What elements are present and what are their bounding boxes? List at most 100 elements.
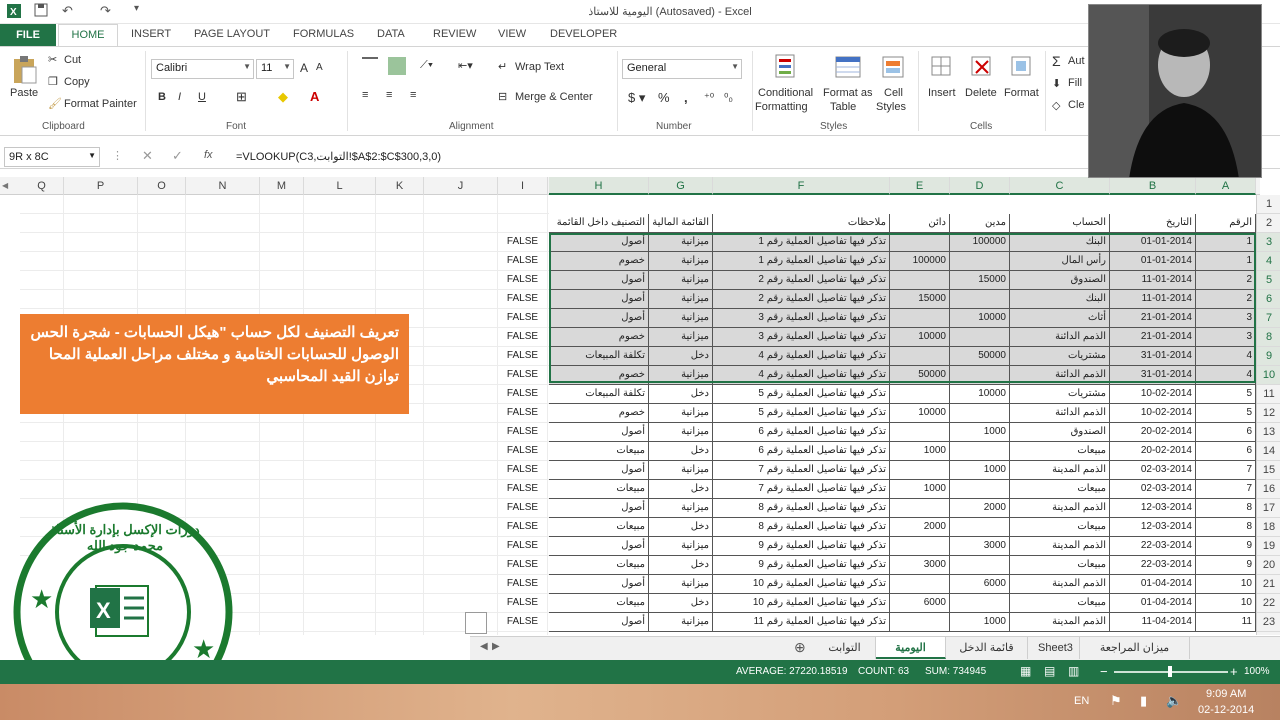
cell-d[interactable] bbox=[950, 594, 1010, 613]
merge-icon[interactable]: ⊟ bbox=[498, 90, 507, 103]
table-row[interactable]: 1 01-01-2014 رأس المال 100000 تذكر فيها تفاص… bbox=[20, 252, 1256, 271]
cell-a[interactable]: 4 bbox=[1196, 347, 1256, 366]
align-center-icon[interactable]: ≡ bbox=[386, 89, 392, 101]
cell-a[interactable]: 6 bbox=[1196, 442, 1256, 461]
format-as-table-button[interactable]: Format as bbox=[823, 87, 873, 99]
format-painter-button[interactable]: Format Painter bbox=[64, 98, 137, 110]
cell-i[interactable]: FALSE bbox=[498, 594, 548, 613]
cell-b[interactable]: 31-01-2014 bbox=[1110, 347, 1196, 366]
table-row[interactable]: 7 02-03-2014 مبيعات 1000 تذكر فيها تفاصيل ال… bbox=[20, 480, 1256, 499]
cell-g[interactable]: ميزانية bbox=[649, 575, 713, 594]
cell-g[interactable]: دخل bbox=[649, 480, 713, 499]
cell-e[interactable]: 1000 bbox=[890, 480, 950, 499]
tab-developer[interactable]: DEVELOPER bbox=[550, 28, 617, 40]
cell-b[interactable]: 02-03-2014 bbox=[1110, 461, 1196, 480]
page-layout-view-icon[interactable]: ▤ bbox=[1044, 664, 1055, 678]
cell-g[interactable]: ميزانية bbox=[649, 499, 713, 518]
cell-e[interactable] bbox=[890, 575, 950, 594]
cell-d[interactable] bbox=[950, 252, 1010, 271]
clock-date[interactable]: 02-12-2014 bbox=[1198, 704, 1254, 716]
cell-styles-icon[interactable] bbox=[880, 53, 908, 79]
cut-icon[interactable]: ✂ bbox=[48, 53, 57, 66]
cell-a[interactable]: 7 bbox=[1196, 461, 1256, 480]
sheet-tab[interactable]: قائمة الدخل bbox=[946, 637, 1028, 659]
align-top-icon[interactable] bbox=[362, 57, 378, 73]
delete-button[interactable]: Delete bbox=[965, 87, 997, 99]
sheet-tab[interactable]: التوابت bbox=[814, 637, 876, 659]
row-header[interactable]: 14 bbox=[1257, 442, 1280, 461]
format-cells-icon[interactable] bbox=[1008, 53, 1036, 79]
scroll-left-icon[interactable]: ◀ bbox=[480, 641, 488, 652]
cell-g[interactable]: دخل bbox=[649, 385, 713, 404]
row-header[interactable]: 22 bbox=[1257, 594, 1280, 613]
fill-color-icon[interactable]: ◆ bbox=[278, 89, 288, 105]
table-row[interactable]: 1 01-01-2014 البنك 100000 تذكر فيها تفاصيل ا… bbox=[20, 233, 1256, 252]
cell-d[interactable] bbox=[950, 404, 1010, 423]
font-color-icon[interactable]: A bbox=[310, 89, 319, 104]
cell-d[interactable] bbox=[950, 442, 1010, 461]
cell-c[interactable]: الذمم المدينة bbox=[1010, 537, 1110, 556]
cell-c[interactable]: الحساب bbox=[1010, 214, 1110, 233]
cell-c[interactable]: رأس المال bbox=[1010, 252, 1110, 271]
cell-d[interactable]: 3000 bbox=[950, 537, 1010, 556]
cell-d[interactable]: 6000 bbox=[950, 575, 1010, 594]
zoom-slider-thumb[interactable] bbox=[1168, 666, 1172, 677]
cell-h[interactable]: أصول bbox=[549, 499, 649, 518]
row-header[interactable]: 18 bbox=[1257, 518, 1280, 537]
cell-a[interactable]: 5 bbox=[1196, 385, 1256, 404]
redo-icon[interactable]: ↷ bbox=[100, 3, 111, 19]
cell-a[interactable]: 9 bbox=[1196, 556, 1256, 575]
column-header-e[interactable]: E bbox=[890, 177, 950, 195]
insert-cells-icon[interactable] bbox=[928, 53, 956, 79]
cell-h[interactable]: أصول bbox=[549, 233, 649, 252]
cell-c[interactable]: الصندوق bbox=[1010, 423, 1110, 442]
cut-button[interactable]: Cut bbox=[64, 54, 81, 66]
autosum-icon[interactable]: Σ bbox=[1052, 53, 1061, 69]
cell-c[interactable]: مشتريات bbox=[1010, 385, 1110, 404]
cell-f[interactable]: ملاحظات bbox=[713, 214, 890, 233]
delete-cells-icon[interactable] bbox=[968, 53, 996, 79]
row-header[interactable]: 7 bbox=[1257, 309, 1280, 328]
cell-b[interactable]: 01-01-2014 bbox=[1110, 252, 1196, 271]
cell-i[interactable]: FALSE bbox=[498, 518, 548, 537]
conditional-formatting-button[interactable]: Conditional bbox=[758, 87, 813, 99]
cell-g[interactable]: دخل bbox=[649, 556, 713, 575]
sheet-tab[interactable]: Sheet3 bbox=[1028, 637, 1080, 659]
table-row[interactable]: 7 02-03-2014 الذمم المدينة 1000 تذكر فيها تف… bbox=[20, 461, 1256, 480]
borders-icon[interactable]: ⊞ bbox=[236, 89, 247, 105]
cell-h[interactable]: مبيعات bbox=[549, 518, 649, 537]
increase-decimal-icon[interactable]: ⁺⁰ bbox=[704, 91, 714, 104]
align-right-icon[interactable]: ≡ bbox=[410, 89, 416, 101]
cell-g[interactable]: ميزانية bbox=[649, 613, 713, 632]
cell-e[interactable]: 50000 bbox=[890, 366, 950, 385]
cell-b[interactable]: 22-03-2014 bbox=[1110, 537, 1196, 556]
cell-i[interactable]: FALSE bbox=[498, 271, 548, 290]
row-header[interactable]: 20 bbox=[1257, 556, 1280, 575]
cell-b[interactable]: 21-01-2014 bbox=[1110, 328, 1196, 347]
cell-f[interactable]: تذكر فيها تفاصيل العملية رقم 7 bbox=[713, 480, 890, 499]
flag-icon[interactable]: ⚑ bbox=[1110, 693, 1122, 709]
cell-g[interactable]: ميزانية bbox=[649, 233, 713, 252]
cell-g[interactable]: ميزانية bbox=[649, 328, 713, 347]
orientation-icon[interactable]: ⟋▾ bbox=[420, 59, 433, 72]
cell-g[interactable]: ميزانية bbox=[649, 309, 713, 328]
cell-d[interactable]: 100000 bbox=[950, 233, 1010, 252]
cell-c[interactable]: الذمم الدائنة bbox=[1010, 328, 1110, 347]
language-indicator[interactable]: EN bbox=[1074, 695, 1089, 707]
cell-b[interactable]: التاريخ bbox=[1110, 214, 1196, 233]
cell-f[interactable]: تذكر فيها تفاصيل العملية رقم 8 bbox=[713, 518, 890, 537]
cell-d[interactable]: 1000 bbox=[950, 461, 1010, 480]
cell-g[interactable]: ميزانية bbox=[649, 537, 713, 556]
indent-icon[interactable]: ⇤▾ bbox=[458, 59, 473, 72]
cell-i[interactable]: FALSE bbox=[498, 290, 548, 309]
cell-a[interactable]: 3 bbox=[1196, 309, 1256, 328]
column-header-q[interactable]: Q bbox=[20, 177, 64, 195]
font-name-combo[interactable]: Calibri ▼ bbox=[151, 59, 254, 79]
cell-h[interactable]: خصوم bbox=[549, 366, 649, 385]
cell-a[interactable]: 5 bbox=[1196, 404, 1256, 423]
cell-a[interactable]: 8 bbox=[1196, 499, 1256, 518]
cell-b[interactable]: 10-02-2014 bbox=[1110, 404, 1196, 423]
fill-button[interactable]: Fill bbox=[1068, 77, 1082, 89]
font-size-combo[interactable]: 11 ▼ bbox=[256, 59, 294, 79]
cell-i[interactable]: FALSE bbox=[498, 556, 548, 575]
